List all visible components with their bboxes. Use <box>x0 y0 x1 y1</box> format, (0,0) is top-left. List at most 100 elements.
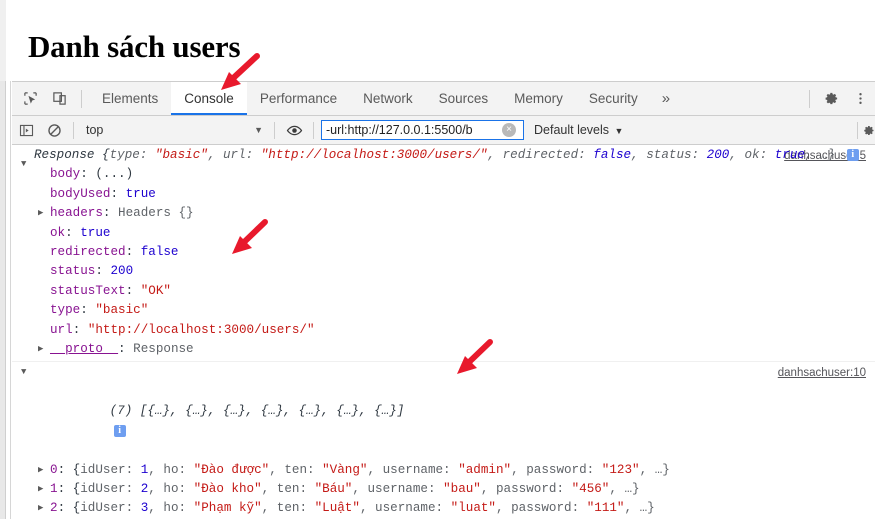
console-message-users-array[interactable]: danhsachuser:10 ▼ (7) [{…}, {…}, {…}, {…… <box>12 362 875 518</box>
property-separator: : <box>95 264 111 279</box>
clear-console-icon[interactable] <box>40 116 68 144</box>
response-properties: body: (...) bodyUsed: true ▶ headers: Heade… <box>12 165 875 359</box>
object-property-row[interactable]: ▶ __proto__: Response <box>12 340 875 359</box>
eye-icon[interactable] <box>280 116 308 144</box>
tab-label: Elements <box>102 91 159 106</box>
object-property-row[interactable]: url: "http://localhost:3000/users/" <box>12 321 875 340</box>
token: , url: <box>207 148 261 162</box>
tab-label: Network <box>363 91 413 106</box>
search-input[interactable] <box>326 123 502 137</box>
execution-context-label: top <box>86 123 104 137</box>
info-icon[interactable]: i <box>846 149 859 161</box>
property-value: Headers {} <box>118 206 194 221</box>
field-key-ten: , ten: <box>261 481 315 496</box>
field-value-ho: "Đào kho" <box>193 481 262 496</box>
expand-triangle-open[interactable]: ▼ <box>21 363 26 382</box>
object-property-row[interactable]: status: 200 <box>12 262 875 281</box>
array-item-row[interactable]: ▶ 0: {idUser: 1, ho: "Đào được", ten: "Và… <box>12 461 875 480</box>
expand-triangle-closed[interactable]: ▶ <box>38 499 43 518</box>
property-value: "OK" <box>140 283 171 298</box>
expand-triangle-closed[interactable]: ▶ <box>38 340 43 359</box>
property-separator: : <box>65 225 81 240</box>
console-message-response[interactable]: danhsachuser:5 ▼ Response {type: "basic"… <box>12 145 875 363</box>
object-property-row[interactable]: redirected: false <box>12 243 875 262</box>
property-key: statusText <box>50 283 126 298</box>
token: , redirected: <box>487 148 594 162</box>
property-value: "basic" <box>95 303 149 318</box>
field-value-ten: "Báu" <box>314 481 353 496</box>
filterbar-divider <box>857 121 858 139</box>
property-separator: : <box>80 167 96 182</box>
console-filter-bar: top ▼ × Default levels ▼ <box>12 116 875 145</box>
property-separator: : <box>102 206 119 221</box>
object-property-row[interactable]: bodyUsed: true <box>12 185 875 204</box>
device-toolbar-icon[interactable] <box>45 82 74 115</box>
array-header-line[interactable]: ▼ (7) [{…}, {…}, {…}, {…}, {…}, {…}, {…}… <box>12 363 875 460</box>
object-property-row[interactable]: statusText: "OK" <box>12 282 875 301</box>
property-key: type <box>50 303 81 318</box>
object-property-row[interactable]: type: "basic" <box>12 301 875 320</box>
field-key-username: , username: <box>367 462 459 477</box>
field-key-password: , password: <box>480 481 572 496</box>
gear-icon[interactable] <box>817 91 846 106</box>
property-separator: : <box>110 186 126 201</box>
object-property-row[interactable]: ok: true <box>12 224 875 243</box>
property-key: status <box>50 264 96 279</box>
property-value: (...) <box>95 167 134 182</box>
more-tabs-icon[interactable]: » <box>651 82 681 115</box>
response-header-line[interactable]: ▼ Response {type: "basic", url: "http://… <box>12 146 875 169</box>
chevron-down-icon: ▼ <box>254 125 263 135</box>
array-item-row[interactable]: ▶ 2: {idUser: 3, ho: "Phạm kỹ", ten: "Luậ… <box>12 499 875 518</box>
tab-label: Sources <box>438 91 489 106</box>
tab-memory[interactable]: Memory <box>501 82 576 115</box>
console-filter-field[interactable]: × <box>321 120 524 140</box>
tab-elements[interactable]: Elements <box>89 82 171 115</box>
tab-label: Memory <box>514 91 563 106</box>
token: "http://localhost:3000/users/" <box>260 148 488 162</box>
toolbar-divider <box>81 89 82 108</box>
property-key: bodyUsed <box>50 186 111 201</box>
console-output[interactable]: danhsachuser:5 ▼ Response {type: "basic"… <box>12 145 875 518</box>
tab-sources[interactable]: Sources <box>426 82 502 115</box>
tab-security[interactable]: Security <box>576 82 651 115</box>
tab-network[interactable]: Network <box>350 82 426 115</box>
punct: , …} <box>609 481 640 496</box>
token: 200 <box>706 148 730 162</box>
property-value: true <box>80 225 111 240</box>
expand-triangle-closed[interactable]: ▶ <box>38 204 43 223</box>
tab-performance[interactable]: Performance <box>247 82 350 115</box>
token: , ok: <box>729 148 775 162</box>
object-property-row[interactable]: ▶ headers: Headers {} <box>12 204 875 223</box>
property-value: Response <box>133 342 194 357</box>
field-key-iduser: idUser: <box>80 501 141 516</box>
field-key-ten: , ten: <box>261 501 315 516</box>
tab-console[interactable]: Console <box>171 82 247 115</box>
field-key-ho: , ho: <box>148 462 194 477</box>
field-key-username: , username: <box>359 501 451 516</box>
inspect-element-icon[interactable] <box>16 82 45 115</box>
execution-context-selector[interactable]: top ▼ <box>79 123 269 137</box>
property-separator: : <box>72 322 88 337</box>
property-key: redirected <box>50 245 126 260</box>
show-console-sidebar-icon[interactable] <box>12 116 40 144</box>
punct: , …} <box>624 501 655 516</box>
web-page-content: Danh sách users <box>0 0 875 81</box>
array-item-row[interactable]: ▶ 1: {idUser: 2, ho: "Đào kho", ten: "Báu… <box>12 480 875 499</box>
tabstrip-right-actions <box>802 82 875 115</box>
more-vertical-icon[interactable] <box>846 91 875 106</box>
close-icon[interactable]: × <box>502 123 516 137</box>
punct: : { <box>57 501 81 516</box>
array-preview: (7) [{…}, {…}, {…}, {…}, {…}, {…}, {…}] <box>109 404 405 419</box>
field-key-iduser: idUser: <box>80 462 141 477</box>
expand-triangle-closed[interactable]: ▶ <box>38 461 43 480</box>
field-value-ho: "Phạm kỹ" <box>193 501 262 516</box>
expand-triangle-closed[interactable]: ▶ <box>38 480 43 499</box>
log-levels-dropdown[interactable]: Default levels ▼ <box>524 123 629 137</box>
field-key-ho: , ho: <box>148 481 194 496</box>
gear-icon[interactable] <box>863 116 875 144</box>
punct: : { <box>57 481 81 496</box>
chevron-down-icon: ▼ <box>614 126 624 136</box>
log-levels-label: Default levels <box>534 123 610 137</box>
info-icon[interactable]: i <box>113 424 126 437</box>
object-property-row[interactable]: body: (...) <box>12 165 875 184</box>
